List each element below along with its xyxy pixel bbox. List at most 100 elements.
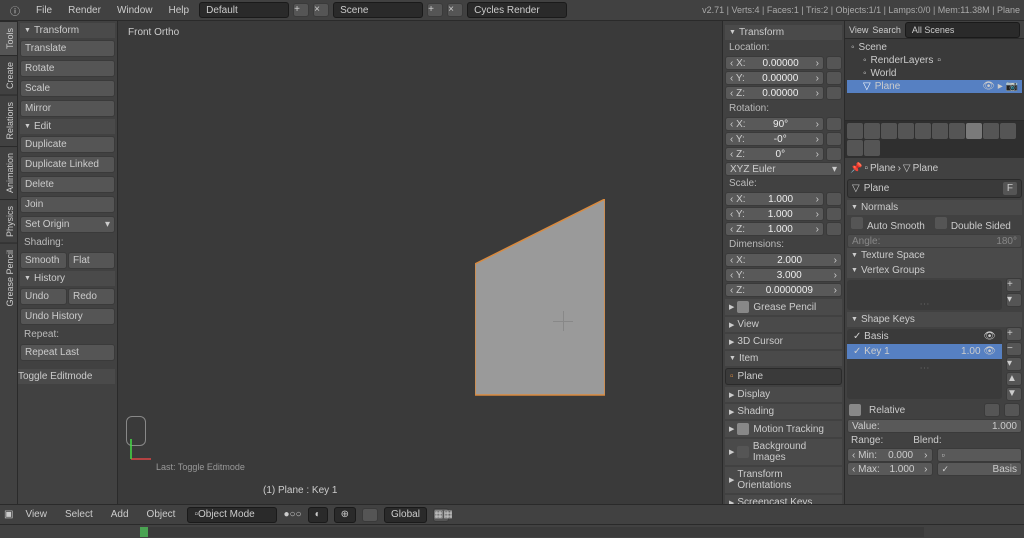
modifiers-tab-icon[interactable] bbox=[949, 123, 965, 139]
timeline[interactable] bbox=[0, 524, 1024, 538]
shapekey-value-slider[interactable]: Value:1.000 bbox=[847, 419, 1022, 433]
delete-button[interactable]: Delete bbox=[20, 176, 115, 193]
layout-remove-icon[interactable]: × bbox=[313, 3, 329, 17]
timeline-track[interactable] bbox=[140, 527, 924, 537]
outliner-view-menu[interactable]: View bbox=[849, 25, 868, 35]
vtab-relations[interactable]: Relations bbox=[0, 95, 17, 146]
loc-lock-icon[interactable] bbox=[826, 56, 842, 70]
layout-add-icon[interactable]: + bbox=[293, 3, 309, 17]
object-menu[interactable]: Object bbox=[141, 507, 182, 522]
orientation-dropdown[interactable]: Global bbox=[384, 507, 427, 523]
n-transform-header[interactable]: Transform bbox=[725, 25, 842, 40]
scene-dropdown[interactable]: Scene bbox=[333, 2, 423, 18]
vtab-animation[interactable]: Animation bbox=[0, 146, 17, 199]
motion-tracking-header[interactable]: Motion Tracking bbox=[725, 421, 842, 437]
vtab-grease-pencil[interactable]: Grease Pencil bbox=[0, 243, 17, 313]
duplicate-linked-button[interactable]: Duplicate Linked bbox=[20, 156, 115, 173]
relative-checkbox[interactable] bbox=[849, 404, 861, 416]
translate-button[interactable]: Translate bbox=[20, 40, 115, 57]
shape-key-key1[interactable]: ✓ Key 11.00 👁 bbox=[847, 344, 1002, 359]
shape-key-basis[interactable]: ✓ Basis👁 bbox=[847, 329, 1002, 344]
set-origin-button[interactable]: Set Origin▾ bbox=[20, 216, 115, 233]
blend-basis-field[interactable]: ✓ Basis bbox=[937, 462, 1023, 476]
manipulator-toggle[interactable] bbox=[362, 508, 378, 522]
scene-tab-icon[interactable] bbox=[881, 123, 897, 139]
texture-space-header[interactable]: Texture Space bbox=[847, 248, 1022, 263]
loc-x-field[interactable]: ‹ X:0.00000› bbox=[725, 56, 824, 70]
rotation-mode-dropdown[interactable]: XYZ Euler▾ bbox=[725, 162, 842, 176]
physics-tab-icon[interactable] bbox=[864, 140, 880, 156]
angle-field[interactable]: Angle:180° bbox=[847, 234, 1022, 248]
shapekey-edit-icon[interactable] bbox=[1004, 403, 1020, 417]
loc-lock-icon[interactable] bbox=[826, 71, 842, 85]
menu-render[interactable]: Render bbox=[62, 3, 107, 18]
scale-lock-icon[interactable] bbox=[826, 207, 842, 221]
dim-x-field[interactable]: ‹ X:2.000› bbox=[725, 253, 842, 267]
mode-dropdown[interactable]: ▫ Object Mode bbox=[187, 507, 277, 523]
shapekey-up-icon[interactable]: ▲ bbox=[1006, 372, 1022, 386]
editor-type-icon[interactable]: ▣ bbox=[4, 509, 13, 520]
rot-x-field[interactable]: ‹ X:90°› bbox=[725, 117, 824, 131]
blend-vgroup-field[interactable]: ▫ bbox=[937, 448, 1023, 462]
render-layers-tab-icon[interactable] bbox=[864, 123, 880, 139]
data-tab-icon[interactable] bbox=[966, 123, 982, 139]
pivot-dropdown[interactable]: ⊕ bbox=[334, 507, 356, 523]
rot-lock-icon[interactable] bbox=[826, 132, 842, 146]
pin-icon[interactable]: 📌 bbox=[850, 163, 862, 174]
menu-window[interactable]: Window bbox=[111, 3, 159, 18]
shading-panel-header[interactable]: Shading bbox=[725, 404, 842, 419]
grease-pencil-header[interactable]: Grease Pencil bbox=[725, 299, 842, 315]
loc-z-field[interactable]: ‹ Z:0.00000› bbox=[725, 86, 824, 100]
layers-icon[interactable]: ▦▦ bbox=[433, 508, 449, 522]
outliner-search-menu[interactable]: Search bbox=[872, 25, 901, 35]
vertex-groups-list[interactable]: ⋯ bbox=[847, 280, 1002, 310]
blender-icon[interactable]: ⓘ bbox=[4, 1, 26, 20]
smooth-button[interactable]: Smooth bbox=[20, 252, 67, 269]
fake-user-button[interactable]: F bbox=[1003, 182, 1017, 195]
cursor-panel-header[interactable]: 3D Cursor bbox=[725, 334, 842, 349]
view-panel-header[interactable]: View bbox=[725, 317, 842, 332]
loc-y-field[interactable]: ‹ Y:0.00000› bbox=[725, 71, 824, 85]
flat-button[interactable]: Flat bbox=[68, 252, 115, 269]
shapekey-menu-icon[interactable]: ▾ bbox=[1006, 357, 1022, 371]
rot-lock-icon[interactable] bbox=[826, 117, 842, 131]
outliner-filter-dropdown[interactable]: All Scenes bbox=[905, 22, 1020, 38]
vtab-tools[interactable]: Tools bbox=[0, 21, 17, 55]
select-menu[interactable]: Select bbox=[59, 507, 99, 522]
scale-lock-icon[interactable] bbox=[826, 222, 842, 236]
vtab-create[interactable]: Create bbox=[0, 55, 17, 95]
vgroup-menu-icon[interactable]: ▾ bbox=[1006, 293, 1022, 307]
loc-lock-icon[interactable] bbox=[826, 86, 842, 100]
render-engine-dropdown[interactable]: Cycles Render bbox=[467, 2, 567, 18]
shapekey-pin-icon[interactable] bbox=[984, 403, 1000, 417]
texture-tab-icon[interactable] bbox=[1000, 123, 1016, 139]
transform-orientations-header[interactable]: Transform Orientations bbox=[725, 467, 842, 493]
rotate-button[interactable]: Rotate bbox=[20, 60, 115, 77]
mesh-plane-shape[interactable] bbox=[475, 199, 605, 399]
rot-lock-icon[interactable] bbox=[826, 147, 842, 161]
dim-y-field[interactable]: ‹ Y:3.000› bbox=[725, 268, 842, 282]
background-images-header[interactable]: Background Images bbox=[725, 439, 842, 465]
tree-scene[interactable]: ◦ Scene bbox=[847, 41, 1022, 54]
shapekey-down-icon[interactable]: ▼ bbox=[1006, 387, 1022, 401]
shapekey-remove-icon[interactable]: − bbox=[1006, 342, 1022, 356]
redo-button[interactable]: Redo bbox=[68, 288, 115, 305]
scale-z-field[interactable]: ‹ Z:1.000› bbox=[725, 222, 824, 236]
join-button[interactable]: Join bbox=[20, 196, 115, 213]
render-tab-icon[interactable] bbox=[847, 123, 863, 139]
add-menu[interactable]: Add bbox=[105, 507, 135, 522]
scene-remove-icon[interactable]: × bbox=[447, 3, 463, 17]
edit-header[interactable]: Edit bbox=[20, 119, 115, 134]
menu-help[interactable]: Help bbox=[163, 3, 196, 18]
screencast-keys-header[interactable]: Screencast Keys bbox=[725, 495, 842, 504]
scale-lock-icon[interactable] bbox=[826, 192, 842, 206]
scale-y-field[interactable]: ‹ Y:1.000› bbox=[725, 207, 824, 221]
shading-dropdown[interactable]: ◐ bbox=[308, 507, 328, 523]
dim-z-field[interactable]: ‹ Z:0.0000009› bbox=[725, 283, 842, 297]
repeat-last-button[interactable]: Repeat Last bbox=[20, 344, 115, 361]
history-header[interactable]: History bbox=[20, 271, 115, 286]
mesh-name-field[interactable]: ▽ F bbox=[847, 179, 1022, 198]
tree-renderlayers[interactable]: ◦ RenderLayers ▫ bbox=[847, 54, 1022, 67]
duplicate-button[interactable]: Duplicate bbox=[20, 136, 115, 153]
scale-button[interactable]: Scale bbox=[20, 80, 115, 97]
